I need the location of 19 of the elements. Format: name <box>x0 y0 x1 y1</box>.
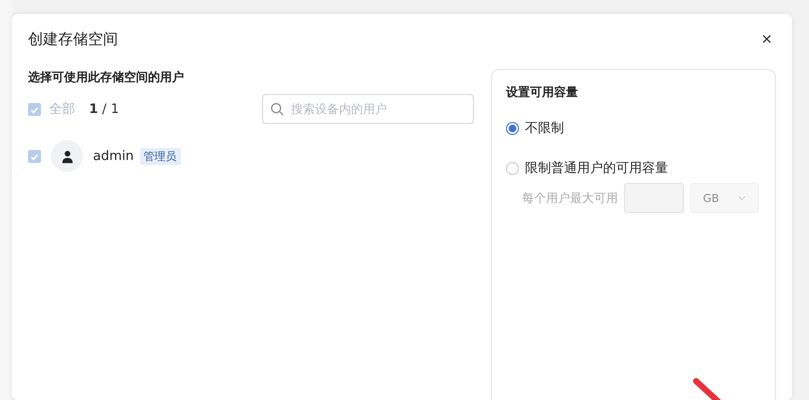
option-label: 不限制 <box>525 120 564 137</box>
search-icon <box>270 102 284 116</box>
checkbox[interactable] <box>28 150 41 162</box>
section-heading: 设置可用容量 <box>506 84 579 101</box>
user-name: admin <box>93 148 134 164</box>
dialog-title: 创建存储空间 <box>28 30 118 48</box>
limit-label: 每个用户最大可用 <box>522 190 619 206</box>
close-button[interactable]: × <box>757 29 776 49</box>
selection-count: 1 / 1 <box>89 102 119 116</box>
checkbox[interactable] <box>28 102 41 116</box>
section-heading: 选择可使用此存储空间的用户 <box>28 69 185 86</box>
radio-button[interactable] <box>506 122 519 134</box>
role-tag: 管理员 <box>140 148 181 164</box>
radio-button[interactable] <box>506 162 519 174</box>
avatar-icon <box>51 140 83 172</box>
search-field[interactable]: 搜索设备内的用户 <box>262 94 474 124</box>
select-all-label: 全部 <box>49 101 75 118</box>
caret-icon <box>738 195 746 201</box>
option-label: 限制普通用户的可用容量 <box>525 160 668 177</box>
